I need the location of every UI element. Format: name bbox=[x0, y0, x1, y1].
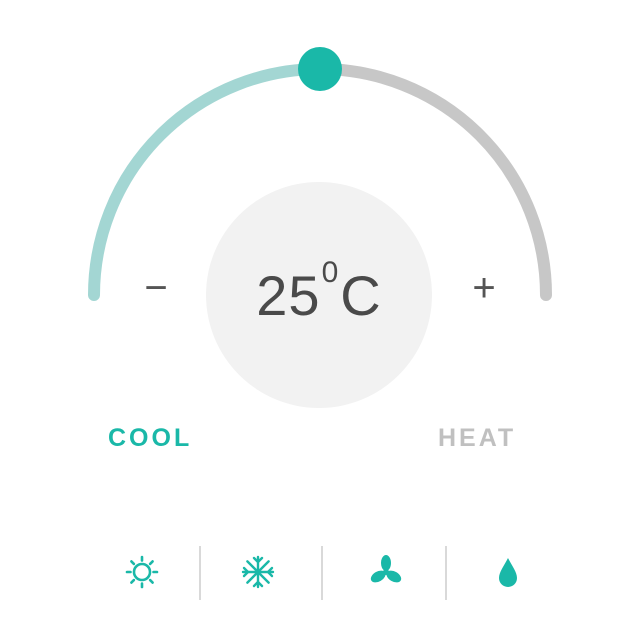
temperature-value: 25 bbox=[256, 263, 321, 327]
icon-divider bbox=[321, 546, 323, 600]
dial-knob[interactable] bbox=[298, 47, 342, 91]
snowflake-icon[interactable] bbox=[234, 548, 282, 596]
degree-symbol: 0 bbox=[321, 256, 340, 289]
icon-divider bbox=[199, 546, 201, 600]
water-drop-icon[interactable] bbox=[484, 548, 532, 596]
decrease-temperature-button[interactable]: − bbox=[134, 262, 178, 314]
mode-cool-button[interactable]: COOL bbox=[108, 424, 192, 453]
icon-divider bbox=[445, 546, 447, 600]
mode-heat-button[interactable]: HEAT bbox=[438, 424, 516, 453]
temperature-unit: C bbox=[340, 263, 382, 327]
fan-icon[interactable] bbox=[362, 548, 410, 596]
sun-icon[interactable] bbox=[118, 548, 166, 596]
increase-temperature-button[interactable]: + bbox=[462, 262, 506, 314]
temperature-readout: 25 0 C bbox=[206, 182, 432, 408]
mode-icon-bar bbox=[80, 540, 560, 604]
